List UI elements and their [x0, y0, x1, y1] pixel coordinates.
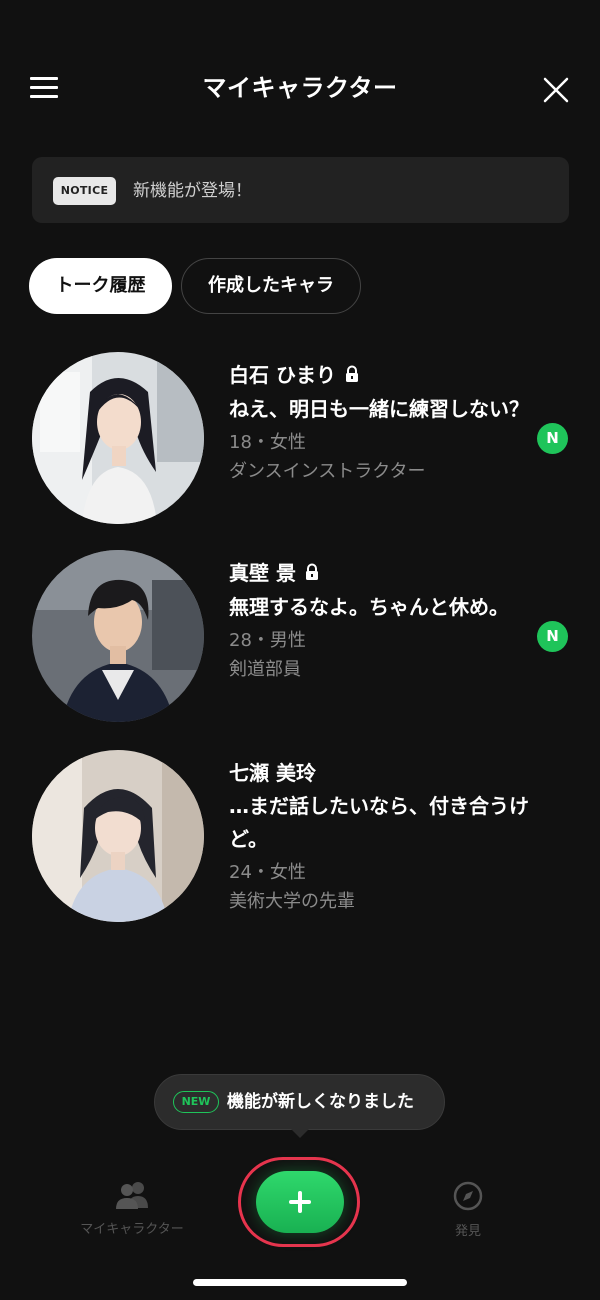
notice-text: 新機能が登場！ [133, 181, 252, 201]
character-name: 白石 ひまり [229, 363, 336, 387]
character-age-gender: 28・男性 [229, 630, 306, 651]
notice-banner[interactable]: NOTICE 新機能が登場！ [32, 157, 569, 223]
header: マイキャラクター [0, 56, 600, 120]
last-message: ねえ、明日も一緒に練習しない？ [229, 397, 529, 421]
feature-tooltip: NEW 機能が新しくなりました [154, 1074, 445, 1138]
nav-discover[interactable]: 発見 [428, 1180, 508, 1239]
lock-icon [304, 559, 320, 589]
list-item[interactable]: 七瀬 美玲 …まだ話したいなら、付き合うけど。 24・女性 美術大学の先輩 [0, 748, 600, 924]
list-item[interactable]: 真壁 景 無理するなよ。ちゃんと休め。 28・男性 剣道部員 N [0, 548, 600, 724]
nav-label: 発見 [454, 1224, 481, 1239]
character-role: 剣道部員 [229, 659, 301, 680]
character-role: 美術大学の先輩 [229, 891, 355, 912]
avatar [32, 750, 204, 922]
avatar [32, 550, 204, 722]
character-age-gender: 18・女性 [229, 432, 306, 453]
last-message: …まだ話したいなら、付き合うけど。 [229, 794, 529, 851]
character-name-row: 七瀬 美玲 [229, 758, 529, 788]
character-name-row: 白石 ひまり [229, 360, 529, 391]
character-name: 七瀬 美玲 [229, 761, 316, 785]
home-indicator [193, 1279, 407, 1286]
character-age-gender: 24・女性 [229, 862, 306, 883]
notice-badge: NOTICE [53, 177, 116, 205]
last-message: 無理するなよ。ちゃんと休め。 [229, 595, 509, 619]
create-character-button[interactable] [256, 1171, 344, 1233]
new-message-badge: N [537, 423, 568, 454]
tab-talk-history[interactable]: トーク履歴 [29, 258, 172, 314]
bottom-nav: マイキャラクター 発見 [0, 1150, 600, 1260]
tooltip-text: 機能が新しくなりました [227, 1092, 414, 1112]
tab-created-characters[interactable]: 作成したキャラ [181, 258, 361, 314]
new-badge: NEW [173, 1091, 219, 1113]
avatar [32, 352, 204, 524]
list-item[interactable]: 白石 ひまり ねえ、明日も一緒に練習しない？ 18・女性 ダンスインストラクター… [0, 350, 600, 526]
character-name-row: 真壁 景 [229, 558, 529, 589]
compass-icon [452, 1181, 484, 1216]
people-icon [114, 1182, 150, 1214]
page-title: マイキャラクター [202, 74, 398, 102]
new-message-badge: N [537, 621, 568, 652]
character-name: 真壁 景 [229, 561, 296, 585]
lock-icon [344, 361, 360, 391]
close-icon[interactable] [540, 74, 572, 106]
character-role: ダンスインストラクター [229, 461, 426, 482]
nav-label: マイキャラクター [80, 1222, 184, 1237]
nav-my-characters[interactable]: マイキャラクター [70, 1180, 194, 1237]
